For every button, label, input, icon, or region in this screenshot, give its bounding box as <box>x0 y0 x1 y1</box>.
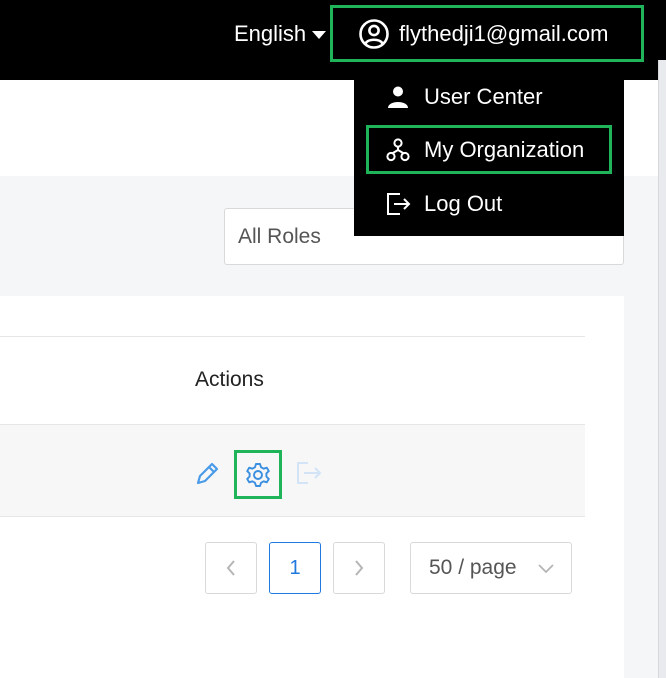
menu-item-log-out[interactable]: Log Out <box>354 177 624 231</box>
chevron-down-icon <box>538 564 554 574</box>
table-divider <box>0 336 585 337</box>
table-row <box>0 425 585 516</box>
chevron-right-icon <box>355 560 364 576</box>
scrollbar-track[interactable] <box>658 60 666 678</box>
organization-icon <box>386 137 410 161</box>
logout-icon <box>387 193 411 215</box>
exit-icon[interactable] <box>294 459 324 487</box>
caret-down-icon <box>312 31 327 39</box>
account-dropdown-menu: User Center My Organization Log Out <box>354 62 624 236</box>
menu-item-user-center[interactable]: User Center <box>354 70 624 124</box>
page-1-button[interactable]: 1 <box>269 542 321 594</box>
page-size-value: 50 / page <box>429 556 517 579</box>
page-size-select[interactable]: 50 / page <box>410 542 572 594</box>
language-label: English <box>234 21 307 46</box>
prev-page-button[interactable] <box>205 542 257 594</box>
table-divider <box>0 516 585 517</box>
language-switcher[interactable]: English <box>234 18 327 50</box>
menu-item-my-organization[interactable]: My Organization <box>366 125 612 174</box>
settings-button[interactable] <box>234 450 282 499</box>
chevron-left-icon <box>226 560 235 576</box>
settings-gear-icon <box>246 462 270 487</box>
user-icon <box>388 86 408 108</box>
actions-column-header: Actions <box>195 368 264 391</box>
account-email: flythedji1@gmail.com <box>399 20 609 46</box>
edit-icon[interactable] <box>193 460 221 488</box>
role-filter-value: All Roles <box>238 224 321 248</box>
menu-item-label: User Center <box>424 84 543 109</box>
user-circle-icon <box>359 18 389 49</box>
menu-item-label: My Organization <box>424 136 585 162</box>
next-page-button[interactable] <box>333 542 385 594</box>
menu-item-label: Log Out <box>424 191 503 216</box>
account-button[interactable]: flythedji1@gmail.com <box>330 5 644 62</box>
